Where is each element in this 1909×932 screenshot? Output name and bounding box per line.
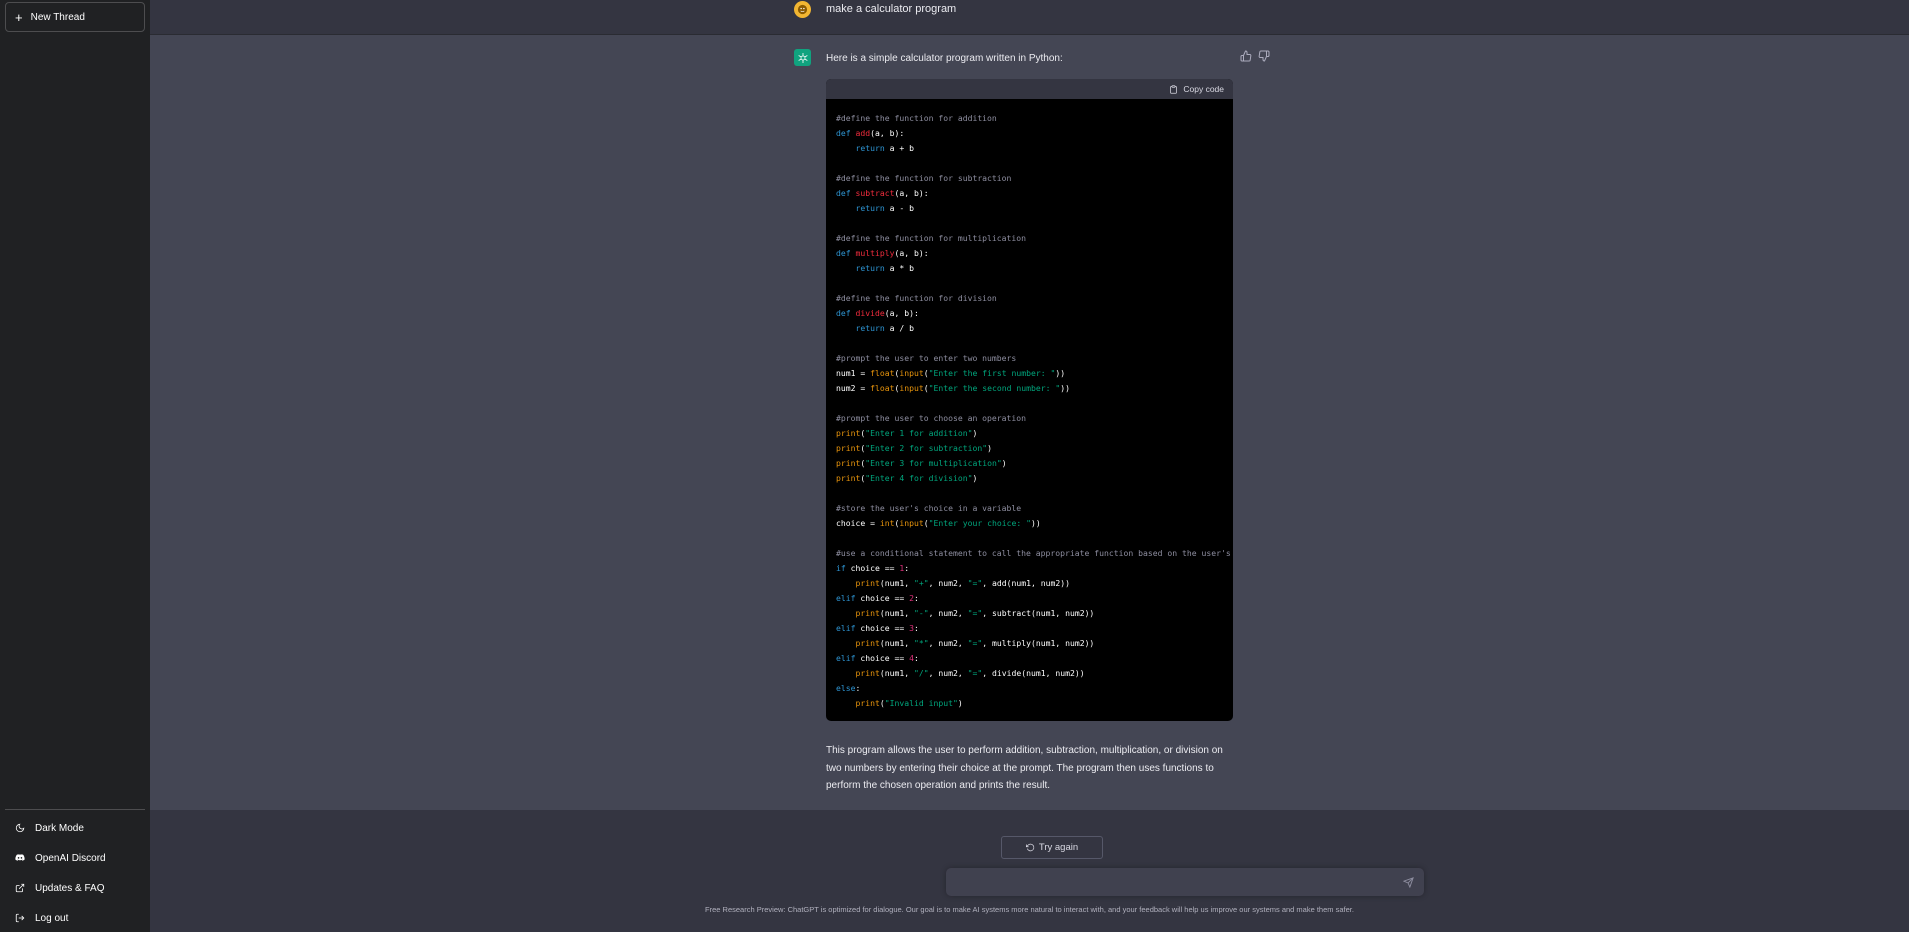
prompt-input[interactable] xyxy=(956,873,1386,891)
copy-code-label: Copy code xyxy=(1183,84,1224,94)
code-line: print(num1, "*", num2, "=", multiply(num… xyxy=(855,638,1095,648)
updates-faq-label: Updates & FAQ xyxy=(35,882,105,894)
code-line: num2 = float(input("Enter the second num… xyxy=(836,383,1070,393)
openai-discord-link[interactable]: OpenAI Discord xyxy=(0,846,150,870)
code-line: #prompt the user to enter two numbers xyxy=(836,353,1017,363)
code-content: #define the function for addition def add… xyxy=(826,99,1233,721)
code-line: def divide(a, b): xyxy=(836,308,919,318)
code-line: print(num1, "/", num2, "=", divide(num1,… xyxy=(855,668,1085,678)
new-thread-label: New Thread xyxy=(30,11,85,23)
code-line: print("Enter 4 for division") xyxy=(836,473,978,483)
code-line: elif choice == 3: xyxy=(836,623,919,633)
prompt-box xyxy=(946,868,1424,896)
send-icon[interactable] xyxy=(1402,875,1417,889)
code-line: print("Enter 2 for subtraction") xyxy=(836,443,992,453)
code-line: def add(a, b): xyxy=(836,128,905,138)
assistant-message-row: Here is a simple calculator program writ… xyxy=(150,35,1909,810)
code-line: #define the function for addition xyxy=(836,113,997,123)
code-line: #use a conditional statement to call the… xyxy=(836,548,1233,558)
external-link-icon xyxy=(13,881,27,895)
code-line: print(num1, "-", num2, "=", subtract(num… xyxy=(855,608,1095,618)
code-line: elif choice == 2: xyxy=(836,593,919,603)
code-line: #define the function for multiplication xyxy=(836,233,1027,243)
plus-icon: + xyxy=(15,9,23,25)
sidebar: + New Thread Dark Mode OpenAI Discord Up… xyxy=(0,0,150,932)
code-line: elif choice == 4: xyxy=(836,653,919,663)
thumbs-up-icon[interactable] xyxy=(1240,49,1252,62)
code-line: #define the function for subtraction xyxy=(836,173,1012,183)
log-out-label: Log out xyxy=(35,912,69,924)
code-block: Copy code #define the function for addit… xyxy=(826,79,1233,721)
try-again-label: Try again xyxy=(1038,842,1079,853)
discord-icon xyxy=(13,851,27,865)
user-message-row: make a calculator program xyxy=(150,0,1909,35)
code-line: def subtract(a, b): xyxy=(836,188,929,198)
thumbs-down-icon[interactable] xyxy=(1258,49,1270,62)
dark-mode-label: Dark Mode xyxy=(35,822,84,834)
code-line: if choice == 1: xyxy=(836,563,910,573)
code-line: #store the user's choice in a variable xyxy=(836,503,1022,513)
sidebar-divider xyxy=(5,809,145,810)
code-line: def multiply(a, b): xyxy=(836,248,929,258)
code-line: print("Enter 3 for multiplication") xyxy=(836,458,1007,468)
assistant-outro-text: This program allows the user to perform … xyxy=(826,745,1223,791)
code-line: print("Enter 1 for addition") xyxy=(836,428,978,438)
new-thread-button[interactable]: + New Thread xyxy=(5,2,145,32)
log-out-button[interactable]: Log out xyxy=(0,906,150,930)
code-line: choice = int(input("Enter your choice: "… xyxy=(836,518,1041,528)
refresh-icon xyxy=(1025,843,1035,852)
logout-icon xyxy=(13,911,27,925)
assistant-intro-text: Here is a simple calculator program writ… xyxy=(826,53,1063,64)
moon-icon xyxy=(13,821,27,835)
user-message-text: make a calculator program xyxy=(826,3,957,15)
user-avatar xyxy=(794,1,811,18)
clipboard-icon xyxy=(1169,84,1178,94)
code-line: print("Invalid input") xyxy=(855,698,963,708)
code-line: else: xyxy=(836,683,861,693)
code-line: #prompt the user to choose an operation xyxy=(836,413,1027,423)
code-line: num1 = float(input("Enter the first numb… xyxy=(836,368,1066,378)
code-line: return a - b xyxy=(855,203,915,213)
code-line: return a / b xyxy=(855,323,915,333)
code-line: return a + b xyxy=(855,143,915,153)
try-again-button[interactable]: Try again xyxy=(1001,836,1103,859)
main-panel: make a calculator program Here is a simp… xyxy=(150,0,1909,932)
chatgpt-logo-icon xyxy=(794,49,811,66)
disclaimer-text: Free Research Preview: ChatGPT is optimi… xyxy=(705,905,1354,914)
updates-faq-link[interactable]: Updates & FAQ xyxy=(0,876,150,900)
copy-code-button[interactable]: Copy code xyxy=(1169,84,1224,94)
code-line: #define the function for division xyxy=(836,293,997,303)
code-block-header: Copy code xyxy=(826,79,1233,99)
code-line: print(num1, "+", num2, "=", add(num1, nu… xyxy=(855,578,1070,588)
openai-discord-label: OpenAI Discord xyxy=(35,852,106,864)
code-line: return a * b xyxy=(855,263,915,273)
dark-mode-button[interactable]: Dark Mode xyxy=(0,816,150,840)
